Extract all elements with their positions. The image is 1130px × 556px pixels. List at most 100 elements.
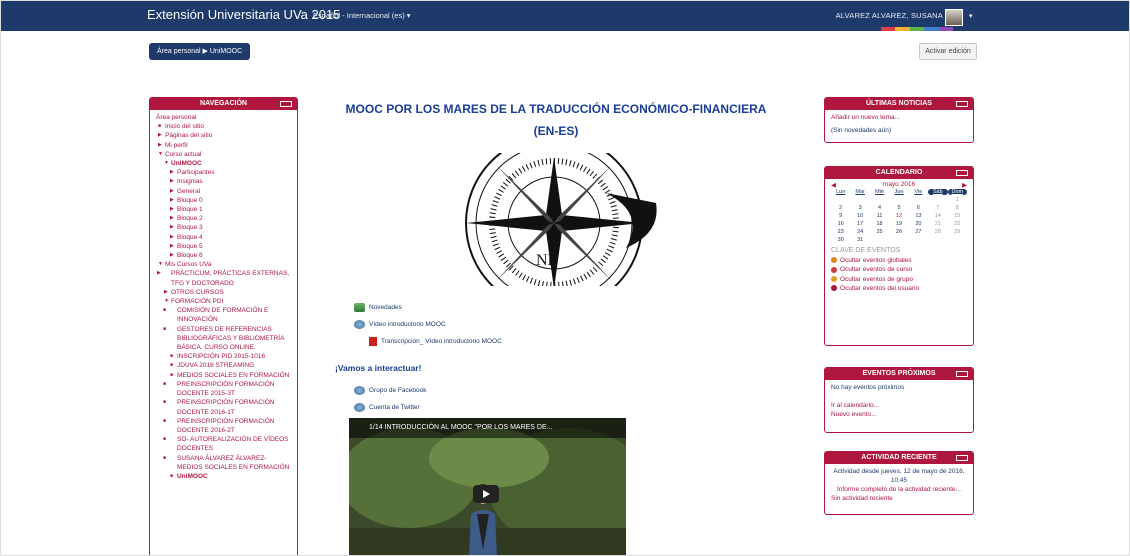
site-brand[interactable]: Extensión Universitaria UVa 2015	[147, 7, 340, 22]
nav-item[interactable]: ■ INSCRIPCIÓN PID 2015-1016	[156, 352, 291, 361]
nav-item-marker-icon: ■	[163, 380, 167, 387]
full-report-link[interactable]: Informe completo de la actividad recient…	[831, 485, 967, 494]
calendar-day[interactable]: 23	[831, 229, 850, 235]
new-event-link[interactable]: Nuevo evento...	[831, 410, 967, 419]
block-controls-icon[interactable]	[280, 101, 292, 107]
calendar-day[interactable]: 22	[948, 221, 967, 227]
calendar-day[interactable]: 6	[909, 205, 928, 211]
calendar-day[interactable]: 8	[948, 205, 967, 211]
nav-item[interactable]: ■ UniMOOC	[156, 472, 291, 481]
nav-item[interactable]: ▶ OTROS CURSOS	[156, 288, 291, 297]
calendar-day[interactable]: 4	[870, 205, 889, 211]
calendar-month[interactable]: mayo 2016	[883, 181, 915, 189]
calendar-weekday: Lun	[836, 189, 846, 195]
nav-item[interactable]: ■ JDUVA 2016 STREAMING	[156, 361, 291, 370]
event-key-list: Ocultar eventos globales Ocultar eventos …	[825, 254, 973, 295]
block-controls-icon[interactable]	[956, 101, 968, 107]
calendar-day[interactable]: 3	[850, 205, 869, 211]
event-key-item[interactable]: Ocultar eventos de grupo	[831, 275, 967, 284]
calendar-day[interactable]: 14	[928, 213, 947, 219]
nav-item[interactable]: ■ Inicio del sitio	[156, 122, 291, 131]
nav-item[interactable]: ■ PREINSCRIPCIÓN FORMACIÓN DOCENTE 2016-2…	[156, 417, 291, 435]
calendar-day[interactable]: 30	[831, 237, 850, 243]
nav-item[interactable]: ■ MEDIOS SOCIALES EN FORMACIÓN	[156, 371, 291, 380]
avatar[interactable]	[945, 9, 963, 26]
nav-item[interactable]: ■ SO- AUTOREALIZACIÓN DE VÍDEOS DOCENTES	[156, 435, 291, 453]
nav-item[interactable]: ▶ Bloque 4	[156, 233, 291, 242]
block-controls-icon[interactable]	[956, 170, 968, 176]
calendar-day[interactable]: 9	[831, 213, 850, 219]
calendar-day[interactable]: 20	[909, 221, 928, 227]
calendar-day[interactable]: 2	[831, 205, 850, 211]
go-to-calendar-link[interactable]: Ir al calendario...	[831, 401, 967, 410]
user-menu-caret-icon[interactable]: ▾	[969, 12, 973, 20]
calendar-day[interactable]: 31	[850, 237, 869, 243]
nav-item[interactable]: ▶ Insignias	[156, 177, 291, 186]
calendar-day[interactable]: 7	[928, 205, 947, 211]
user-menu-name[interactable]: ALVAREZ ALVAREZ, SUSANA	[836, 11, 943, 20]
color-strip-segment	[881, 27, 896, 31]
calendar-day[interactable]: 18	[870, 221, 889, 227]
nav-item[interactable]: ■ COMISIÓN DE FORMACIÓN E INNOVACIÓN	[156, 306, 291, 324]
nav-item[interactable]: ■ PREINSCRIPCIÓN FORMACIÓN DOCENTE 2015-3…	[156, 380, 291, 398]
nav-item[interactable]: ▶ Bloque 5	[156, 242, 291, 251]
nav-item[interactable]: ▼ Curso actual	[156, 150, 291, 159]
embedded-video-player[interactable]: 1/14 INTRODUCCIÓN AL MOOC "POR LOS MARES…	[349, 418, 626, 555]
calendar-day[interactable]: 25	[870, 229, 889, 235]
nav-item[interactable]: ■ SUSANA ÁLVAREZ ÁLVAREZ- MEDIOS SOCIALES…	[156, 454, 291, 472]
nav-item[interactable]: ▶ Participantes	[156, 168, 291, 177]
nav-item[interactable]: ▶ Bloque 1	[156, 205, 291, 214]
calendar-day[interactable]: 24	[850, 229, 869, 235]
nav-item[interactable]: ▼ FORMACIÓN PDI	[156, 297, 291, 306]
nav-item[interactable]: ▶ Páginas del sitio	[156, 131, 291, 140]
calendar-day[interactable]: 16	[831, 221, 850, 227]
calendar-day[interactable]: 11	[870, 213, 889, 219]
nav-item-marker-icon: ■	[158, 123, 162, 130]
calendar-day[interactable]: 12	[889, 213, 908, 219]
add-news-link[interactable]: Añadir un nuevo tema...	[831, 113, 967, 122]
facebook-group-link[interactable]: Grupo de Facebook	[354, 386, 426, 395]
calendar-day[interactable]: 15	[948, 213, 967, 219]
transcript-link[interactable]: Transcripción_ Vídeo introductorio MOOC	[369, 337, 502, 346]
calendar-day[interactable]: 5	[889, 205, 908, 211]
nav-item[interactable]: ▶ PRÁCTICUM, PRÁCTICAS EXTERNAS, TFG Y DO…	[156, 269, 291, 287]
play-icon[interactable]	[473, 485, 499, 503]
calendar-day[interactable]: 29	[948, 229, 967, 235]
calendar-day[interactable]: 21	[928, 221, 947, 227]
event-key-item[interactable]: Ocultar eventos de curso	[831, 265, 967, 274]
video-title: 1/14 INTRODUCCIÓN AL MOOC "POR LOS MARES…	[349, 418, 626, 438]
nav-item[interactable]: ▶ Bloque 6	[156, 251, 291, 260]
nav-item[interactable]: ■ GESTORES DE REFERENCIAS BIBLIOGRÁFICAS …	[156, 325, 291, 353]
nav-item[interactable]: ▶ Mi perfil	[156, 141, 291, 150]
block-controls-icon[interactable]	[956, 455, 968, 461]
nav-item[interactable]: ▼ Mis Cursos UVa	[156, 260, 291, 269]
calendar-day	[928, 237, 947, 243]
breadcrumb[interactable]: Área personal ▶ UniMOOC	[149, 43, 251, 60]
calendar-day[interactable]: 13	[909, 213, 928, 219]
nav-item[interactable]: ▼ UniMOOC	[156, 159, 291, 168]
edit-mode-button[interactable]: Activar edición	[919, 43, 977, 60]
nav-item[interactable]: ■ PREINSCRIPCIÓN FORMACIÓN DOCENTE 2016-1…	[156, 398, 291, 416]
nav-item[interactable]: ▶ Bloque 0	[156, 196, 291, 205]
nav-item[interactable]: Área personal	[156, 113, 291, 122]
calendar-day[interactable]: 28	[928, 229, 947, 235]
nav-item[interactable]: ▶ Bloque 2	[156, 214, 291, 223]
previous-month-icon[interactable]: ◀	[831, 181, 836, 189]
intro-video-link[interactable]: Vídeo introductorio MOOC	[354, 320, 446, 329]
language-menu[interactable]: Español - Internacional (es) ▾	[313, 11, 411, 20]
calendar-day[interactable]: 17	[850, 221, 869, 227]
calendar-day[interactable]: 1	[948, 197, 967, 203]
next-month-icon[interactable]: ▶	[962, 181, 967, 189]
twitter-account-link[interactable]: Cuenta de Twitter	[354, 403, 420, 412]
event-key-item[interactable]: Ocultar eventos del usuario	[831, 284, 967, 293]
nav-item-label: FORMACIÓN PDI	[171, 298, 224, 306]
block-controls-icon[interactable]	[956, 371, 968, 377]
calendar-day[interactable]: 19	[889, 221, 908, 227]
calendar-day[interactable]: 26	[889, 229, 908, 235]
calendar-day[interactable]: 10	[850, 213, 869, 219]
nav-item[interactable]: ▶ Bloque 3	[156, 223, 291, 232]
forum-link[interactable]: Novedades	[354, 303, 402, 312]
event-key-item[interactable]: Ocultar eventos globales	[831, 256, 967, 265]
nav-item[interactable]: ▶ General	[156, 187, 291, 196]
calendar-day[interactable]: 27	[909, 229, 928, 235]
